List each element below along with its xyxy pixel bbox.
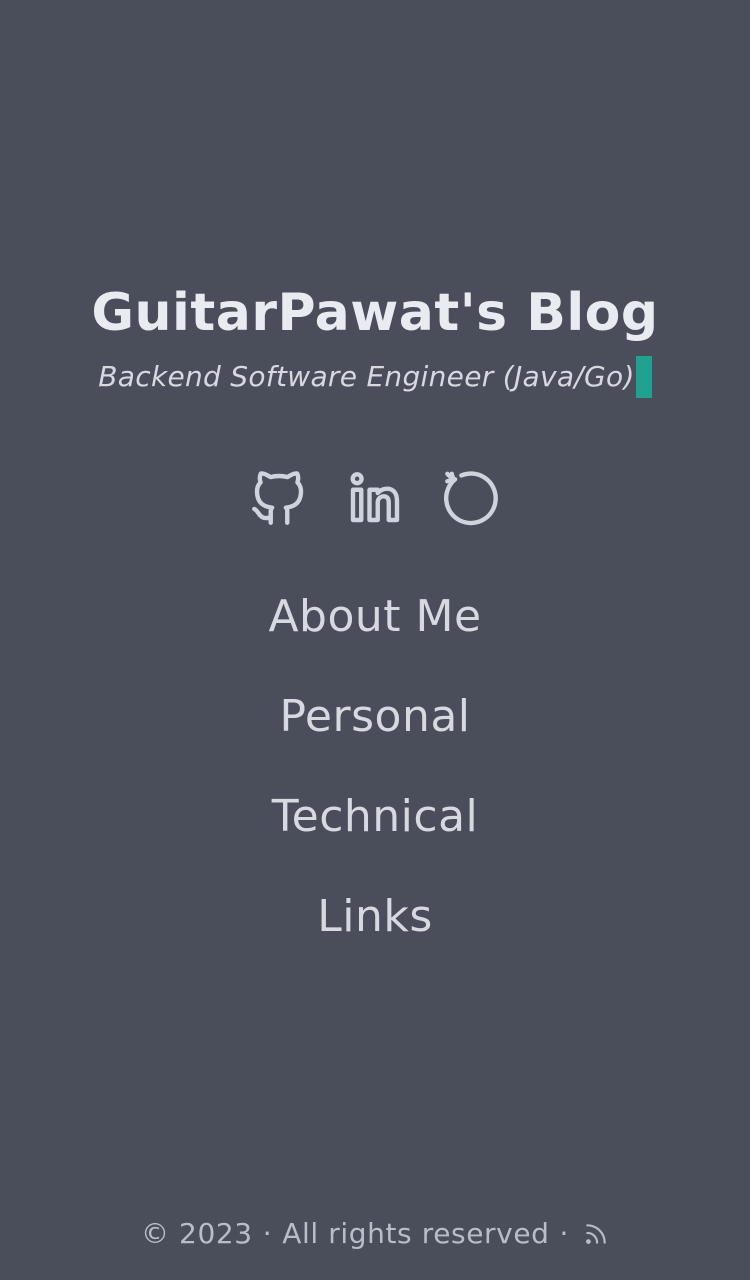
- rss-link[interactable]: [583, 1221, 609, 1247]
- rss-icon: [586, 1224, 606, 1244]
- social-links: [0, 463, 750, 533]
- nav-item-personal[interactable]: Personal: [279, 685, 470, 749]
- linkedin-icon: [350, 472, 400, 523]
- blog-subtitle: Backend Software Engineer (Java/Go): [98, 360, 635, 393]
- extra-link[interactable]: [438, 463, 504, 533]
- typing-cursor: [635, 356, 652, 398]
- linkedin-link[interactable]: [342, 463, 408, 533]
- nav-item-links[interactable]: Links: [317, 885, 433, 949]
- nav-item-about-me[interactable]: About Me: [268, 585, 481, 649]
- main-nav: About Me Personal Technical Links: [0, 585, 750, 985]
- copyright-text: © 2023: [140, 1217, 253, 1250]
- blog-title: GuitarPawat's Blog: [91, 283, 659, 343]
- github-link[interactable]: [246, 463, 312, 533]
- rights-text: All rights reserved: [282, 1217, 550, 1250]
- subtitle-row: Backend Software Engineer (Java/Go): [0, 355, 750, 399]
- footer-separator: ·: [262, 1217, 273, 1250]
- refresh-circle-icon: [444, 471, 498, 526]
- footer: © 2023 · All rights reserved ·: [0, 1212, 750, 1256]
- footer-separator-2: ·: [559, 1217, 570, 1250]
- github-icon: [252, 471, 304, 525]
- page: GuitarPawat's Blog Backend Software Engi…: [0, 0, 750, 1280]
- nav-item-technical[interactable]: Technical: [272, 785, 479, 849]
